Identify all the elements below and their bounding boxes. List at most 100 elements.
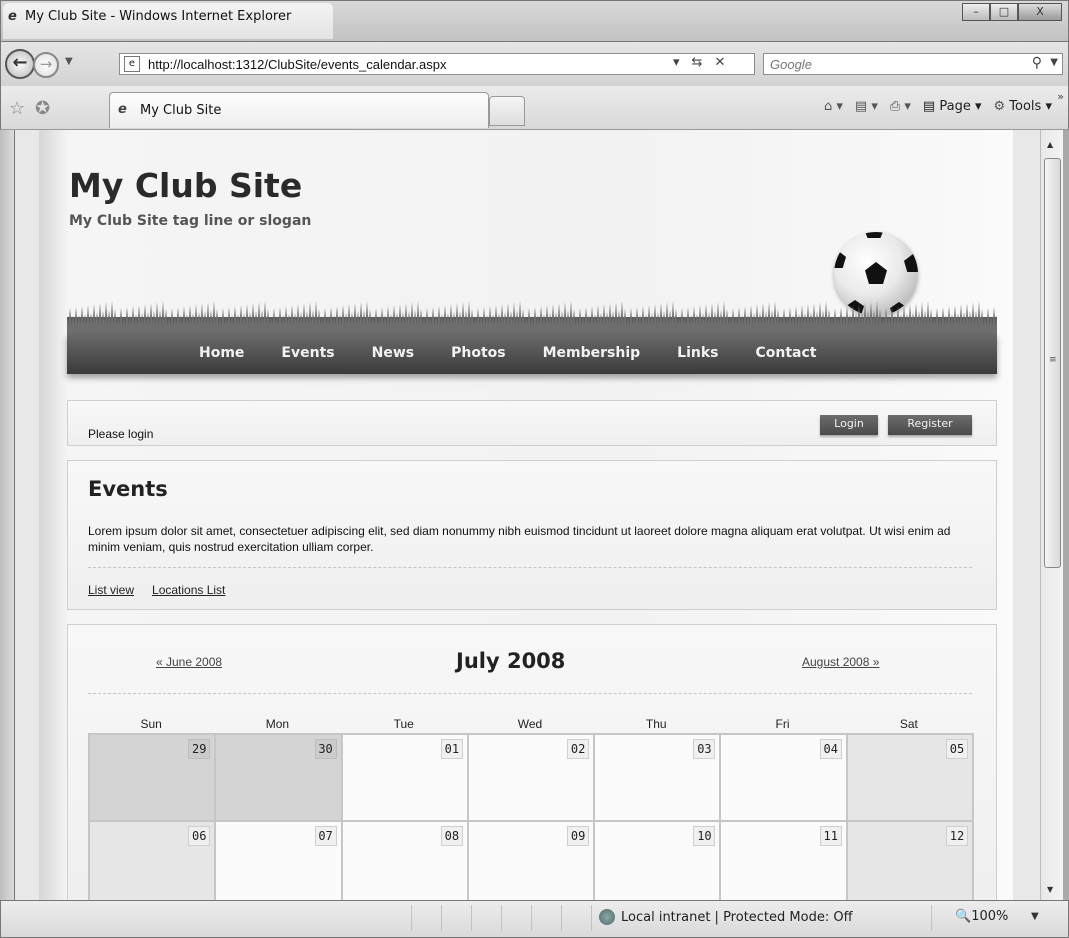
command-tools: ⌂ ▾ ▤ ▾ ⎙ ▾ ▤ Page ▾ ⚙ Tools ▾ <box>824 99 1052 114</box>
page-menu[interactable]: ▤ Page ▾ <box>923 99 982 114</box>
calendar-day-number: 05 <box>945 739 968 759</box>
dow-thu: Thu <box>645 717 667 731</box>
gear-icon: ⚙ <box>993 99 1006 114</box>
calendar-day-cell[interactable]: 09 <box>468 822 594 900</box>
close-button[interactable]: X <box>1018 3 1062 21</box>
search-input[interactable]: Google ⚲ ▼ <box>763 53 1063 75</box>
tools-menu[interactable]: ⚙ Tools ▾ <box>994 99 1053 114</box>
events-heading: Events <box>88 477 168 501</box>
events-panel: Events Lorem ipsum dolor sit amet, conse… <box>67 460 997 610</box>
register-button[interactable]: Register <box>888 415 972 435</box>
nav-contact[interactable]: Contact <box>756 345 817 361</box>
calendar-day-cell[interactable]: 02 <box>468 735 594 820</box>
calendar-day-cell[interactable]: 11 <box>721 822 846 900</box>
favorites-star-icon[interactable]: ☆ <box>9 98 25 119</box>
feeds-icon[interactable]: ▤ ▾ <box>855 99 878 114</box>
status-divider <box>411 905 412 931</box>
window-title: My Club Site - Windows Internet Explorer <box>25 9 292 24</box>
nav-photos[interactable]: Photos <box>451 345 506 361</box>
locations-list-link[interactable]: Locations List <box>152 583 225 597</box>
scroll-down-arrow-icon[interactable]: ▼ <box>1047 885 1053 894</box>
zoom-dropdown-icon[interactable]: ▼ <box>1031 911 1039 922</box>
zoom-level[interactable]: 🔍100% <box>955 909 1008 924</box>
minimize-button[interactable]: – <box>962 3 990 21</box>
dow-sun: Sun <box>140 717 162 731</box>
vertical-scrollbar[interactable]: ▲ ≡ ▼ <box>1040 130 1063 900</box>
calendar-day-cell[interactable]: 05 <box>847 735 972 820</box>
search-placeholder: Google <box>770 57 812 72</box>
calendar-day-cell[interactable]: 01 <box>342 735 467 820</box>
calendar-day-cell[interactable]: 08 <box>342 822 467 900</box>
forward-button[interactable]: → <box>33 52 59 78</box>
calendar-month-title: July 2008 <box>456 649 566 673</box>
calendar-day-cell[interactable]: 07 <box>216 822 341 900</box>
nav-links[interactable]: Links <box>677 345 718 361</box>
search-icon[interactable]: ⚲ <box>1032 55 1042 71</box>
scrollbar-thumb[interactable]: ≡ <box>1044 158 1061 568</box>
page-viewport: My Club Site My Club Site tag line or sl… <box>14 130 1040 900</box>
calendar-panel: « June 2008 July 2008 August 2008 » Sun … <box>67 624 997 900</box>
status-divider <box>501 905 502 931</box>
dow-sat: Sat <box>899 717 918 731</box>
page-icon: e <box>124 56 140 72</box>
calendar-day-cell[interactable]: 03 <box>595 735 720 820</box>
calendar-day-number: 07 <box>314 826 337 846</box>
events-description: Lorem ipsum dolor sit amet, consectetuer… <box>88 524 951 554</box>
login-panel: Please login Login Register <box>67 400 997 446</box>
calendar-day-cell[interactable]: 30 <box>216 735 341 820</box>
dow-fri: Fri <box>775 717 790 731</box>
address-input[interactable]: e http://localhost:1312/ClubSite/events_… <box>119 53 755 75</box>
security-zone[interactable]: Local intranet | Protected Mode: Off <box>599 909 853 925</box>
calendar-day-number: 30 <box>314 739 337 759</box>
ie-logo-icon: e <box>8 9 17 24</box>
security-zone-label: Local intranet | Protected Mode: Off <box>621 909 853 925</box>
nav-news[interactable]: News <box>372 345 414 361</box>
new-tab-button[interactable] <box>489 96 525 126</box>
grass-banner <box>67 301 997 335</box>
calendar-day-number: 03 <box>693 739 716 759</box>
nav-events[interactable]: Events <box>281 345 334 361</box>
login-button[interactable]: Login <box>820 415 878 435</box>
prev-month-link[interactable]: « June 2008 <box>156 655 222 669</box>
calendar-day-cell[interactable]: 04 <box>721 735 846 820</box>
list-view-link[interactable]: List view <box>88 583 134 597</box>
recent-pages-dropdown[interactable]: ▼ <box>65 56 73 67</box>
page-content: My Club Site My Club Site tag line or sl… <box>39 130 1013 900</box>
calendar-day-number: 08 <box>440 826 463 846</box>
print-icon[interactable]: ⎙ ▾ <box>890 99 911 114</box>
window-left-edge <box>0 130 14 900</box>
nav-home[interactable]: Home <box>199 345 244 361</box>
calendar-day-number: 12 <box>945 826 968 846</box>
scroll-grip-icon: ≡ <box>1049 355 1057 365</box>
maximize-button[interactable]: □ <box>990 3 1018 21</box>
calendar-day-cell[interactable]: 29 <box>90 735 215 820</box>
refresh-icon[interactable]: ⇆ <box>692 55 703 70</box>
more-commands-icon[interactable]: » <box>1057 90 1064 103</box>
address-dropdown-icon[interactable]: ▾ <box>673 55 680 70</box>
status-divider <box>531 905 532 931</box>
home-icon[interactable]: ⌂ ▾ <box>824 99 843 114</box>
scroll-up-arrow-icon[interactable]: ▲ <box>1047 140 1053 149</box>
zoom-value: 100% <box>971 909 1009 924</box>
search-options-dropdown[interactable]: ▼ <box>1050 57 1058 68</box>
add-favorites-icon[interactable]: ✪ <box>35 98 50 119</box>
stop-icon[interactable]: ✕ <box>714 55 725 70</box>
calendar-day-cell[interactable]: 10 <box>595 822 720 900</box>
calendar-day-number: 01 <box>440 739 463 759</box>
tab-ie-icon: e <box>118 102 127 117</box>
window-titlebar: e My Club Site - Windows Internet Explor… <box>0 0 1069 42</box>
tab-my-club-site[interactable]: e My Club Site <box>109 92 489 128</box>
calendar-day-number: 10 <box>693 826 716 846</box>
back-button[interactable]: ← <box>5 49 35 79</box>
next-month-link[interactable]: August 2008 » <box>802 655 879 669</box>
address-text: http://localhost:1312/ClubSite/events_ca… <box>148 57 447 72</box>
calendar-day-number: 11 <box>819 826 842 846</box>
status-divider <box>471 905 472 931</box>
events-divider <box>88 567 972 568</box>
calendar-day-number: 29 <box>188 739 211 759</box>
calendar-day-cell[interactable]: 12 <box>847 822 972 900</box>
status-bar: Local intranet | Protected Mode: Off 🔍10… <box>0 900 1069 938</box>
page-menu-label: Page <box>939 99 971 114</box>
calendar-day-cell[interactable]: 06 <box>90 822 215 900</box>
nav-membership[interactable]: Membership <box>543 345 641 361</box>
